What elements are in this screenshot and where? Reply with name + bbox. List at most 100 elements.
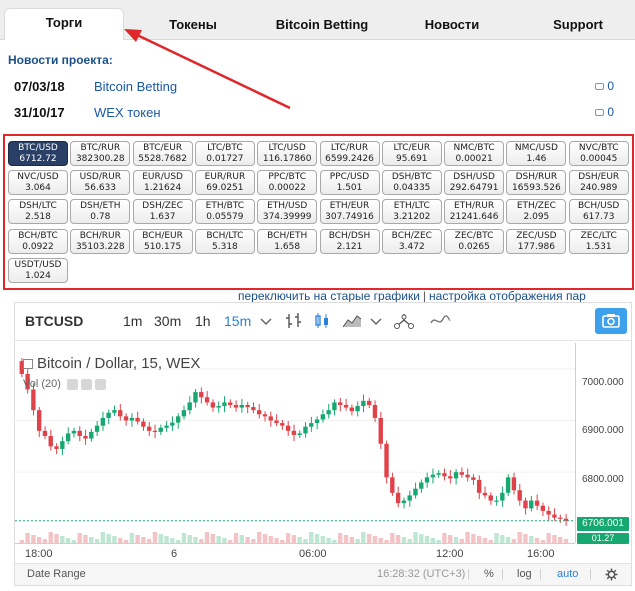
comment-count[interactable]: 0 (595, 79, 614, 93)
interval-1m[interactable]: 1m (123, 313, 142, 329)
pair-price: 6712.72 (19, 154, 57, 164)
news-link[interactable]: Bitcoin Betting (94, 79, 177, 94)
pair-button[interactable]: BTC/RUR 382300.28 (70, 141, 131, 166)
pair-name: DSH/RUR (515, 172, 558, 183)
log-toggle[interactable]: log (517, 568, 532, 580)
pair-price: 1.658 (274, 241, 301, 252)
pair-button[interactable]: LTC/RUR 6599.2426 (319, 141, 380, 166)
interval-15m[interactable]: 15m (224, 313, 251, 329)
pair-price: 95.691 (396, 154, 428, 164)
comment-count[interactable]: 0 (595, 105, 614, 119)
auto-toggle[interactable]: auto (557, 568, 578, 580)
pair-button[interactable]: ETH/BTC 0.05579 (194, 199, 255, 225)
pair-button[interactable]: LTC/EUR 95.691 (381, 141, 442, 166)
pair-button[interactable]: PPC/USD 1.501 (319, 170, 380, 196)
chevron-down-icon[interactable] (255, 311, 277, 331)
compare-icon[interactable] (429, 311, 451, 331)
pair-button[interactable]: NVC/USD 3.064 (8, 170, 68, 196)
pair-name: BCH/DSH (328, 230, 371, 241)
pair-button[interactable]: DSH/EUR 240.989 (568, 170, 629, 196)
pair-button[interactable]: BTC/EUR 5528.7682 (132, 141, 193, 166)
pair-price: 1.531 (585, 241, 612, 252)
volume-bar (54, 534, 59, 543)
pair-button[interactable]: PPC/BTC 0.00022 (257, 170, 318, 196)
pair-button[interactable]: ETH/LTC 3.21202 (381, 199, 442, 225)
gear-icon[interactable] (605, 568, 618, 581)
pair-button[interactable]: USD/RUR 56.633 (70, 170, 131, 196)
pair-name: BCH/ETH (267, 230, 308, 241)
news-item: 31/10/17 WEX токен 0 (14, 105, 614, 123)
pair-name: EUR/RUR (204, 172, 246, 183)
chart-bottom-bar: Date Range 16:28:32 (UTC+3) | % | log | … (15, 563, 631, 585)
candlestick-plot[interactable] (15, 343, 575, 543)
candle (488, 495, 493, 501)
pair-button[interactable]: ETH/EUR 307.74916 (319, 199, 380, 225)
pair-name: BTC/RUR (80, 143, 121, 153)
chevron-down-icon[interactable] (365, 311, 387, 331)
indicators-icon[interactable] (393, 311, 415, 331)
percent-toggle[interactable]: % (484, 568, 494, 580)
interval-30m[interactable]: 30m (154, 313, 181, 329)
pair-button[interactable]: BCH/RUR 35103.228 (70, 228, 131, 254)
pair-button[interactable]: DSH/USD 292.64791 (444, 170, 505, 196)
pair-button[interactable]: NMC/USD 1.46 (506, 141, 567, 166)
pair-button[interactable]: BCH/LTC 5.318 (194, 228, 255, 254)
pair-button[interactable]: ETH/USD 374.39999 (257, 199, 318, 225)
x-tick-label: 6 (171, 548, 178, 560)
close-icon[interactable] (94, 378, 106, 390)
x-tick-label: 12:00 (436, 548, 464, 560)
date-range-button[interactable]: Date Range (27, 568, 86, 580)
candle (210, 402, 216, 408)
pair-button[interactable]: EUR/USD 1.21624 (132, 170, 193, 196)
pair-button[interactable]: LTC/BTC 0.01727 (194, 141, 255, 166)
pair-button[interactable]: BCH/USD 617.73 (568, 199, 629, 225)
pair-button[interactable]: ETH/RUR 21241.646 (444, 199, 505, 225)
pair-button[interactable]: BCH/ZEC 3.472 (381, 228, 442, 254)
pair-button[interactable]: DSH/ZEC 1.637 (132, 199, 193, 225)
pair-button[interactable]: BCH/BTC 0.0922 (8, 228, 68, 254)
collapse-icon[interactable] (23, 359, 33, 370)
candle (89, 431, 94, 439)
currency-pairs-panel: BTC/USD 6712.72 BTC/RUR 382300.28 BTC/EUR 552… (3, 134, 634, 290)
pair-button[interactable]: DSH/RUR 16593.526 (506, 170, 567, 196)
area-chart-icon[interactable] (341, 311, 363, 331)
pair-price: 21241.646 (449, 212, 499, 223)
x-tick-label: 18:00 (25, 548, 53, 560)
eye-icon[interactable] (66, 378, 78, 390)
pair-button[interactable]: LTC/USD 116.17860 (257, 141, 318, 166)
clock-readout: 16:28:32 (UTC+3) (377, 568, 466, 580)
pair-button[interactable]: EUR/RUR 69.0251 (194, 170, 255, 196)
pair-button[interactable]: DSH/LTC 2.518 (8, 199, 68, 225)
pair-settings-link[interactable]: настройка отображения пар (429, 289, 586, 303)
symbol-label[interactable]: BTCUSD (25, 313, 83, 329)
pair-price: 177.986 (517, 241, 555, 252)
pair-button[interactable]: BCH/EUR 510.175 (132, 228, 193, 254)
pair-button[interactable]: NMC/BTC 0.00021 (444, 141, 505, 166)
old-charts-link[interactable]: переключить на старые графики (238, 289, 420, 303)
pair-button[interactable]: ETH/ZEC 2.095 (506, 199, 567, 225)
pair-button[interactable]: BTC/USD 6712.72 (8, 141, 68, 166)
pair-button[interactable]: NVC/BTC 0.00045 (568, 141, 629, 166)
pair-button[interactable]: ZEC/LTC 1.531 (568, 228, 629, 254)
interval-1h[interactable]: 1h (195, 313, 211, 329)
candle (517, 490, 522, 501)
time-axis[interactable]: 18:00 6 06:00 12:00 16:00 (15, 543, 575, 563)
pair-button[interactable]: BCH/ETH 1.658 (257, 228, 318, 254)
snapshot-button[interactable] (595, 308, 627, 334)
bar-chart-icon[interactable] (283, 311, 305, 331)
pair-button[interactable]: DSH/BTC 0.04335 (381, 170, 442, 196)
news-link[interactable]: WEX токен (94, 105, 161, 120)
candlestick-icon[interactable] (311, 311, 333, 331)
pair-button[interactable]: DSH/ETH 0.78 (70, 199, 131, 225)
legend-title: Bitcoin / Dollar, 15, WEX (37, 355, 201, 372)
pair-button[interactable]: ZEC/USD 177.986 (506, 228, 567, 254)
pair-name: ZEC/BTC (454, 230, 494, 241)
news-item: 07/03/18 Bitcoin Betting 0 (14, 79, 614, 97)
candle (430, 474, 436, 478)
settings-icon[interactable] (80, 378, 92, 390)
pair-button[interactable]: BCH/DSH 2.121 (319, 228, 380, 254)
pair-price: 0.78 (90, 212, 111, 223)
pair-button[interactable]: USDT/USD 1.024 (8, 257, 68, 283)
pair-button[interactable]: ZEC/BTC 0.0265 (444, 228, 505, 254)
price-axis[interactable]: 7000.000 6900.000 6800.000 6706.001 01.2… (575, 343, 631, 544)
